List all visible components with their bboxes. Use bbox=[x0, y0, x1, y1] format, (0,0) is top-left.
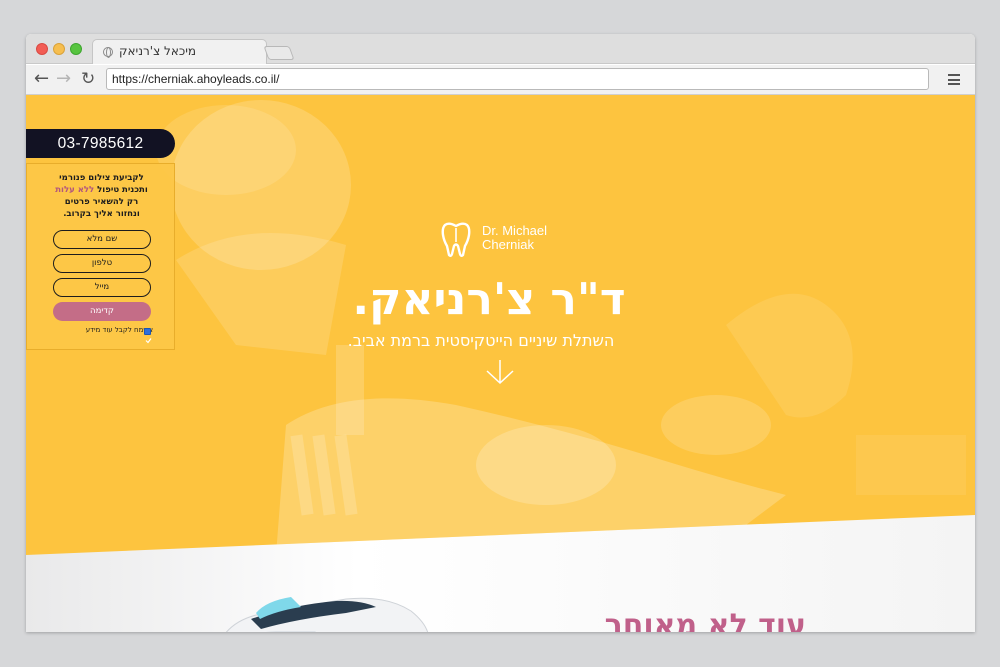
submit-button[interactable]: קדימה bbox=[53, 302, 151, 321]
close-window-button[interactable] bbox=[36, 43, 48, 55]
arrow-down-icon[interactable] bbox=[484, 359, 516, 385]
hero-subtitle: השתלת שיניים הייטקיסטית ברמת אביב. bbox=[347, 331, 615, 350]
tooth-icon bbox=[441, 222, 471, 257]
section-title: עוד לא מאוחר bbox=[604, 608, 806, 632]
navigation-bar: ← → ↻ https://cherniak.ahoyleads.co.il/ bbox=[26, 65, 975, 95]
forward-arrow-icon[interactable]: → bbox=[56, 69, 71, 89]
browser-tab[interactable]: מיכאל צ'רניאק bbox=[92, 39, 267, 64]
free-highlight: ללא עלות bbox=[55, 185, 95, 195]
clinic-logo[interactable]: Dr. Michael Cherniak bbox=[439, 222, 564, 260]
consent-checkbox[interactable] bbox=[144, 328, 152, 344]
dental-device-image bbox=[225, 597, 429, 632]
page-viewport: 03-7985612 לקביעת צילום פנורמי ותכנית טי… bbox=[26, 95, 975, 632]
reload-icon[interactable]: ↻ bbox=[81, 69, 95, 89]
phone-number[interactable]: 03-7985612 bbox=[26, 135, 175, 153]
url-text[interactable]: https://cherniak.ahoyleads.co.il/ bbox=[112, 72, 279, 86]
new-tab-button[interactable] bbox=[263, 46, 295, 60]
browser-window: מיכאל צ'רניאק ← → ↻ https://cherniak.aho… bbox=[26, 34, 975, 632]
hero-section: 03-7985612 לקביעת צילום פנורמי ותכנית טי… bbox=[26, 95, 975, 555]
consent-label: אשמח לקבל עוד מידע bbox=[85, 326, 153, 334]
tab-bar: מיכאל צ'רניאק bbox=[26, 34, 975, 64]
maximize-window-button[interactable] bbox=[70, 43, 82, 55]
hamburger-menu-icon[interactable] bbox=[948, 74, 960, 85]
email-field[interactable]: מייל bbox=[53, 278, 151, 297]
name-field[interactable]: שם מלא bbox=[53, 230, 151, 249]
phone-number-badge[interactable]: 03-7985612 bbox=[26, 129, 175, 158]
hero-title: ד"ר צ'רניאק. bbox=[352, 274, 626, 325]
address-bar[interactable]: https://cherniak.ahoyleads.co.il/ bbox=[106, 68, 929, 90]
lead-form: לקביעת צילום פנורמי ותכנית טיפול ללא עלו… bbox=[26, 163, 175, 350]
tab-title: מיכאל צ'רניאק bbox=[119, 44, 197, 58]
lead-form-text: לקביעת צילום פנורמי ותכנית טיפול ללא עלו… bbox=[55, 173, 148, 219]
globe-icon bbox=[103, 47, 113, 58]
minimize-window-button[interactable] bbox=[53, 43, 65, 55]
logo-text: Dr. Michael Cherniak bbox=[482, 223, 548, 252]
back-arrow-icon[interactable]: ← bbox=[34, 69, 49, 89]
phone-field[interactable]: טלפון bbox=[53, 254, 151, 273]
